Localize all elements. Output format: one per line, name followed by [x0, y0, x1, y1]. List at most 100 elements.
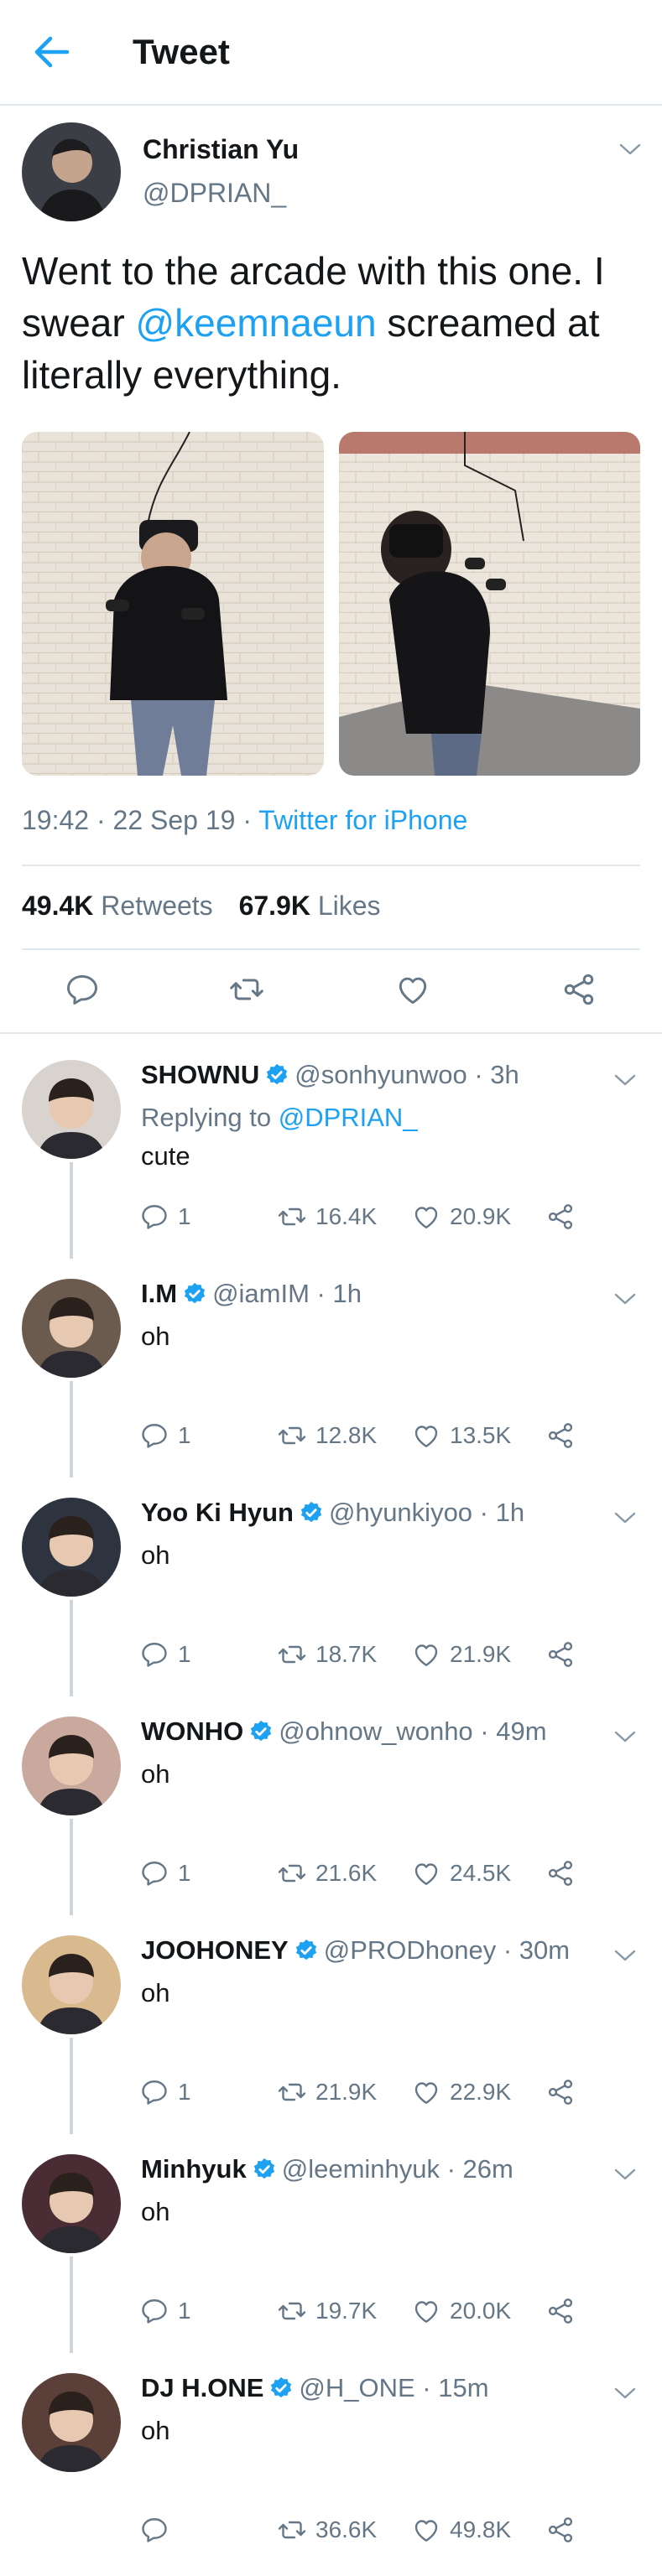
reply-tweet[interactable]: I.M @iamIM · 1h oh 1 12.8K 13.5K: [0, 1255, 662, 1478]
verified-badge-icon: [294, 1938, 319, 1963]
like-icon: [411, 2077, 441, 2107]
reply-author-name[interactable]: JOOHONEY: [141, 1935, 289, 1965]
retweets-stat[interactable]: 49.4K Retweets: [22, 891, 213, 921]
reply-avatar[interactable]: [22, 1060, 121, 1159]
reply-tweet[interactable]: JOOHONEY @PRODhoney · 30m oh 1 21.9K 22.9K: [0, 1912, 662, 2134]
author-name[interactable]: Christian Yu: [143, 134, 299, 165]
like-icon: [411, 1639, 441, 1670]
chevron-down-icon[interactable]: [612, 2385, 638, 2402]
share-icon: [545, 1639, 576, 1670]
chevron-down-icon[interactable]: [612, 1509, 638, 1526]
chevron-down-icon[interactable]: [612, 2166, 638, 2183]
reply-count: 1: [178, 2079, 191, 2105]
reply-icon: [139, 2296, 169, 2326]
reply-text: cute: [141, 1141, 190, 1171]
retweet-count: 21.6K: [315, 1860, 378, 1886]
replying-to: Replying to @DPRIAN_: [141, 1098, 418, 1137]
reply-avatar[interactable]: [22, 2373, 121, 2472]
reply-avatar[interactable]: [22, 2154, 121, 2253]
reply-author-name[interactable]: DJ H.ONE: [141, 2373, 263, 2402]
chevron-down-icon[interactable]: [612, 1728, 638, 1745]
share-icon[interactable]: [560, 971, 597, 1008]
reply-tweet[interactable]: DJ H.ONE @H_ONE · 15m oh 36.6K 49.8K: [0, 2350, 662, 2568]
share-icon: [545, 1202, 576, 1232]
like-icon: [411, 1420, 441, 1451]
chevron-down-icon[interactable]: [612, 1072, 638, 1088]
reply-tweet[interactable]: SHOWNU @sonhyunwoo · 3h Replying to @DPRIA…: [0, 1036, 662, 1259]
reply-avatar[interactable]: [22, 1935, 121, 2034]
retweet-icon: [277, 2077, 307, 2107]
likes-stat[interactable]: 67.9K Likes: [239, 891, 381, 921]
retweet-count: 36.6K: [315, 2516, 378, 2542]
tweet-photo-1[interactable]: [22, 432, 324, 776]
replying-to-link[interactable]: @DPRIAN_: [279, 1103, 418, 1132]
likes-label: Likes: [317, 891, 381, 921]
reply-author-handle[interactable]: @PRODhoney · 30m: [324, 1935, 570, 1965]
tweet-meta: 19:42 · 22 Sep 19 · Twitter for iPhone: [22, 805, 467, 836]
reply-avatar[interactable]: [22, 1498, 121, 1597]
like-icon[interactable]: [394, 971, 431, 1008]
like-icon: [411, 1202, 441, 1232]
author-handle[interactable]: @DPRIAN_: [143, 178, 286, 209]
reply-author-handle[interactable]: @sonhyunwoo · 3h: [295, 1060, 519, 1089]
tweet-source-link[interactable]: Twitter for iPhone: [258, 805, 467, 835]
reply-count: 1: [178, 1422, 191, 1448]
reply-header: WONHO @ohnow_wonho · 49m: [141, 1716, 547, 1747]
chevron-down-icon[interactable]: [612, 1947, 638, 1964]
thread-line: [70, 1381, 73, 1478]
verified-badge-icon: [299, 1500, 324, 1525]
reply-author-handle[interactable]: @leeminhyuk · 26m: [282, 2154, 513, 2184]
reply-icon: [139, 2077, 169, 2107]
reply-author-name[interactable]: Minhyuk: [141, 2154, 247, 2184]
reply-body: oh: [141, 1974, 169, 2012]
share-icon: [545, 1858, 576, 1888]
reply-text: oh: [141, 1540, 170, 1570]
reply-author-handle[interactable]: @hyunkiyoo · 1h: [329, 1498, 524, 1527]
retweet-count: 12.8K: [315, 1422, 378, 1448]
reply-avatar[interactable]: [22, 1716, 121, 1815]
retweet-icon: [277, 1639, 307, 1670]
reply-tweet[interactable]: Yoo Ki Hyun @hyunkiyoo · 1h oh 1 18.7K 21.9K: [0, 1474, 662, 1696]
reply-avatar[interactable]: [22, 1279, 121, 1378]
reply-icon[interactable]: [64, 971, 101, 1008]
reply-text: oh: [141, 2197, 170, 2226]
retweet-icon: [277, 2296, 307, 2326]
reply-author-name[interactable]: Yoo Ki Hyun: [141, 1498, 294, 1527]
verified-badge-icon: [264, 1062, 289, 1088]
reply-tweet[interactable]: Minhyuk @leeminhyuk · 26m oh 1 19.7K 20.0K: [0, 2131, 662, 2353]
share-icon: [545, 2515, 576, 2545]
reply-text: oh: [141, 1978, 170, 2007]
like-count: 20.9K: [450, 1203, 512, 1229]
chevron-down-icon[interactable]: [618, 141, 643, 158]
reply-body: oh: [141, 1317, 169, 1356]
share-icon: [545, 2077, 576, 2107]
share-icon: [545, 2296, 576, 2326]
reply-header: DJ H.ONE @H_ONE · 15m: [141, 2373, 489, 2403]
reply-text: oh: [141, 1322, 170, 1351]
reply-tweet[interactable]: WONHO @ohnow_wonho · 49m oh 1 21.6K 24.5K: [0, 1693, 662, 1915]
reply-author-handle[interactable]: @ohnow_wonho · 49m: [279, 1716, 546, 1746]
like-count: 20.0K: [450, 2298, 512, 2324]
reply-body: oh: [141, 2193, 169, 2231]
reply-header: I.M @iamIM · 1h: [141, 1279, 362, 1309]
reply-count: 1: [178, 2298, 191, 2324]
divider: [22, 865, 640, 866]
divider: [0, 1032, 662, 1034]
tweet-photo-2[interactable]: [339, 432, 640, 776]
mention-link[interactable]: @keemnaeun: [135, 301, 376, 345]
verified-badge-icon: [252, 2157, 277, 2182]
reply-author-handle[interactable]: @iamIM · 1h: [212, 1279, 362, 1308]
reply-author-name[interactable]: I.M: [141, 1279, 177, 1308]
reply-count: 1: [178, 1203, 191, 1229]
retweet-icon[interactable]: [228, 971, 265, 1008]
tweet-text: Went to the arcade with this one. I swea…: [22, 245, 643, 401]
back-arrow-icon[interactable]: [32, 34, 72, 70]
chevron-down-icon[interactable]: [612, 1291, 638, 1307]
reply-author-name[interactable]: WONHO: [141, 1716, 243, 1746]
reply-body: Replying to @DPRIAN_cute: [141, 1098, 418, 1176]
replying-label: Replying to: [141, 1103, 279, 1132]
reply-author-name[interactable]: SHOWNU: [141, 1060, 259, 1089]
reply-author-handle[interactable]: @H_ONE · 15m: [299, 2373, 488, 2402]
author-avatar[interactable]: [22, 122, 121, 221]
retweet-count: 18.7K: [315, 1641, 378, 1667]
